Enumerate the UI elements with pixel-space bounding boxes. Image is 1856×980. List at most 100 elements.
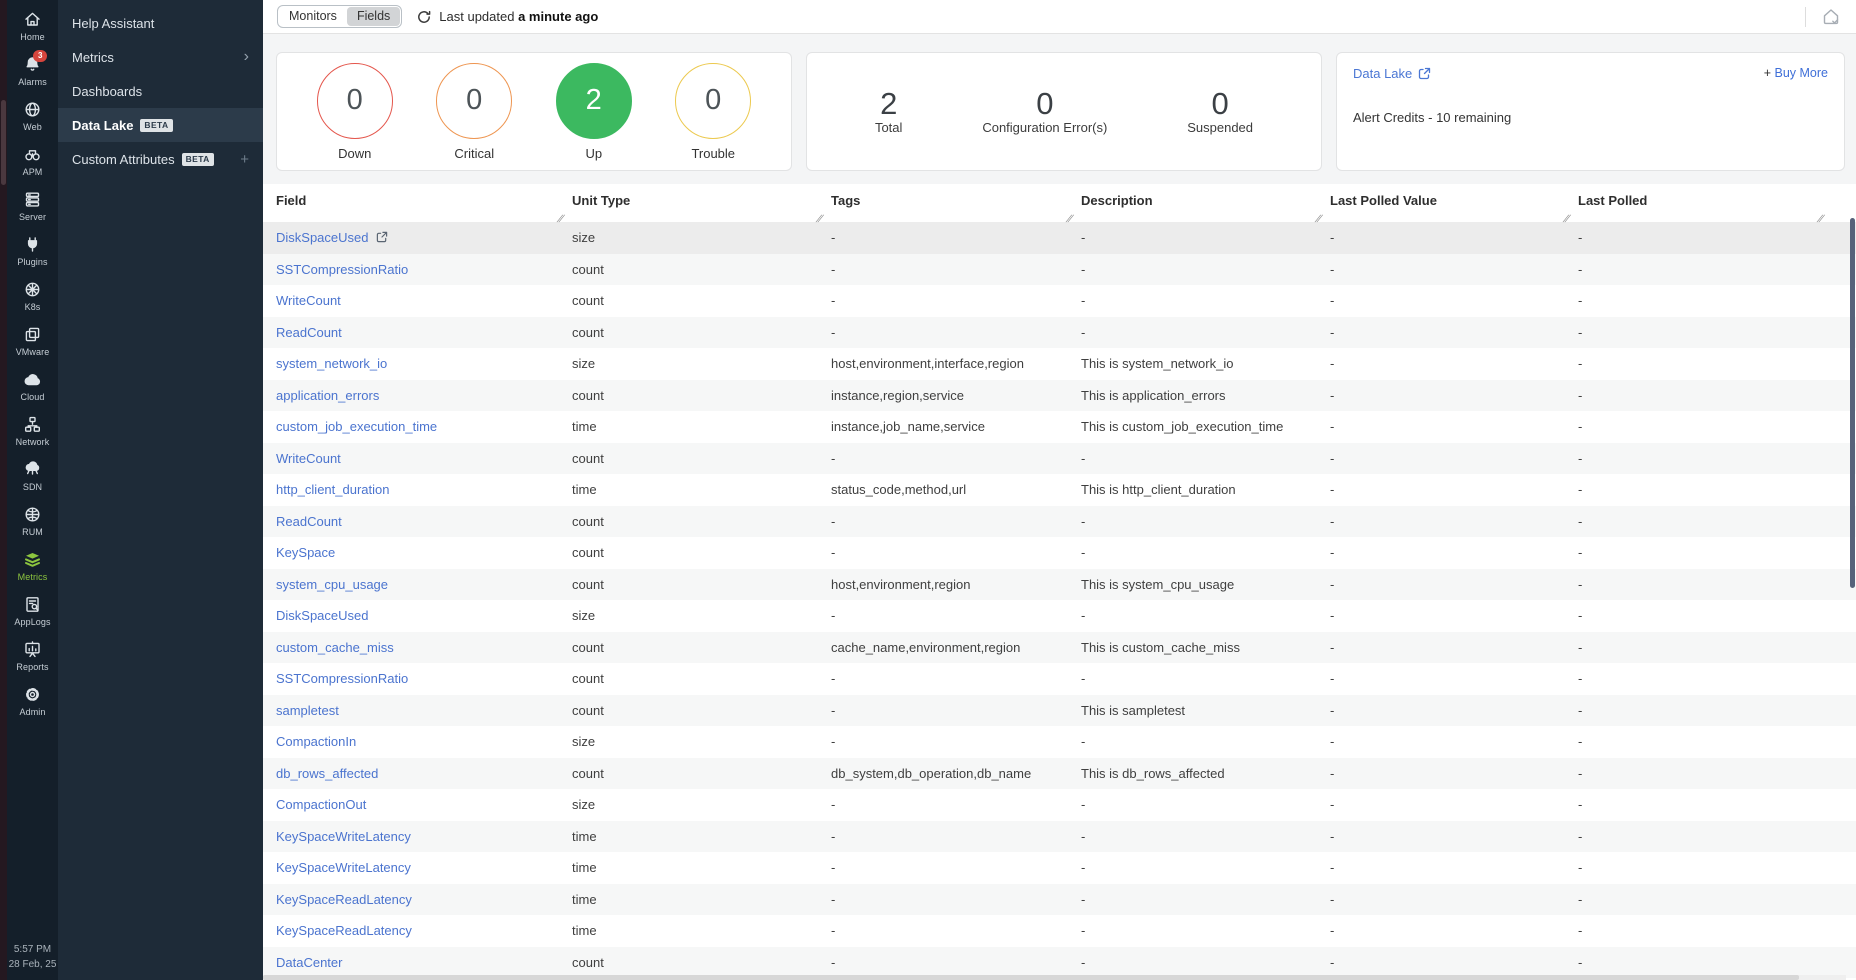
field-link[interactable]: system_network_io xyxy=(276,356,387,371)
horizontal-scrollbar-thumb[interactable] xyxy=(263,975,1799,980)
column-header-tags[interactable]: Tags // xyxy=(831,193,1081,222)
field-link[interactable]: KeySpaceWriteLatency xyxy=(276,829,411,844)
open-field-external-icon[interactable] xyxy=(376,231,388,243)
sidebar-item-metrics[interactable]: Metrics › xyxy=(58,40,263,74)
rail-item-k8s[interactable]: K8s xyxy=(7,280,58,312)
count-configuration-error-s-[interactable]: 0 Configuration Error(s) xyxy=(982,88,1107,136)
description-cell: - xyxy=(1081,514,1330,529)
status-label: Critical xyxy=(454,146,494,161)
rail-item-server[interactable]: Server xyxy=(7,190,58,222)
table-row[interactable]: WriteCount count - - - - xyxy=(263,443,1856,475)
field-link[interactable]: KeySpace xyxy=(276,545,335,560)
table-row[interactable]: KeySpaceReadLatency time - - - - xyxy=(263,915,1856,947)
field-link[interactable]: custom_job_execution_time xyxy=(276,419,437,434)
field-link[interactable]: application_errors xyxy=(276,388,379,403)
rail-item-cloud[interactable]: Cloud xyxy=(7,370,58,402)
toggle-option-monitors[interactable]: Monitors xyxy=(279,7,347,26)
rail-item-alarms[interactable]: 3 Alarms xyxy=(7,55,58,87)
status-down[interactable]: 0 Down xyxy=(317,63,393,161)
column-header-unit-type[interactable]: Unit Type // xyxy=(572,193,831,222)
status-critical[interactable]: 0 Critical xyxy=(436,63,512,161)
rail-item-reports[interactable]: Reports xyxy=(7,640,58,672)
column-header-last-polled[interactable]: Last Polled // xyxy=(1578,193,1832,222)
count-total[interactable]: 2 Total xyxy=(875,88,902,136)
buy-more-link[interactable]: + Buy More xyxy=(1764,66,1828,80)
table-row[interactable]: KeySpaceWriteLatency time - - - - xyxy=(263,821,1856,853)
sidebar-item-custom-attributes[interactable]: Custom Attributes BETA + xyxy=(58,142,263,176)
field-link[interactable]: system_cpu_usage xyxy=(276,577,388,592)
rail-item-web[interactable]: Web xyxy=(7,100,58,132)
rail-item-network[interactable]: Network xyxy=(7,415,58,447)
table-row[interactable]: WriteCount count - - - - xyxy=(263,285,1856,317)
vertical-scrollbar[interactable] xyxy=(1850,218,1855,588)
table-row[interactable]: CompactionOut size - - - - xyxy=(263,789,1856,821)
table-row[interactable]: sampletest count - This is sampletest - … xyxy=(263,695,1856,727)
data-lake-link[interactable]: Data Lake xyxy=(1353,66,1431,81)
field-link[interactable]: CompactionOut xyxy=(276,797,366,812)
table-row[interactable]: application_errors count instance,region… xyxy=(263,380,1856,412)
refresh-icon[interactable] xyxy=(416,9,432,25)
field-link[interactable]: db_rows_affected xyxy=(276,766,378,781)
table-row[interactable]: CompactionIn size - - - - xyxy=(263,726,1856,758)
home-shortcut-icon[interactable] xyxy=(1820,6,1842,28)
toggle-option-fields[interactable]: Fields xyxy=(347,7,400,26)
field-link[interactable]: DiskSpaceUsed xyxy=(276,230,369,245)
sidebar-item-dashboards[interactable]: Dashboards xyxy=(58,74,263,108)
table-row[interactable]: SSTCompressionRatio count - - - - xyxy=(263,254,1856,286)
rail-item-rum[interactable]: RUM xyxy=(7,505,58,537)
rail-item-apm[interactable]: APM xyxy=(7,145,58,177)
field-link[interactable]: KeySpaceReadLatency xyxy=(276,923,412,938)
rail-item-applogs[interactable]: AppLogs xyxy=(7,595,58,627)
count-suspended[interactable]: 0 Suspended xyxy=(1187,88,1253,136)
table-row[interactable]: system_network_io size host,environment,… xyxy=(263,348,1856,380)
horizontal-scrollbar-track[interactable] xyxy=(263,975,1846,980)
table-row[interactable]: http_client_duration time status_code,me… xyxy=(263,474,1856,506)
table-row[interactable]: DiskSpaceUsed size - - - - xyxy=(263,222,1856,254)
description-cell: - xyxy=(1081,262,1330,277)
table-row[interactable]: SSTCompressionRatio count - - - - xyxy=(263,663,1856,695)
field-link[interactable]: sampletest xyxy=(276,703,339,718)
table-row[interactable]: custom_cache_miss count cache_name,envir… xyxy=(263,632,1856,664)
tags-cell: status_code,method,url xyxy=(831,482,1081,497)
table-row[interactable]: system_cpu_usage count host,environment,… xyxy=(263,569,1856,601)
field-link[interactable]: DiskSpaceUsed xyxy=(276,608,369,623)
table-row[interactable]: ReadCount count - - - - xyxy=(263,317,1856,349)
field-link[interactable]: ReadCount xyxy=(276,514,342,529)
sidebar-item-help-assistant[interactable]: Help Assistant xyxy=(58,6,263,40)
table-row[interactable]: db_rows_affected count db_system,db_oper… xyxy=(263,758,1856,790)
status-trouble[interactable]: 0 Trouble xyxy=(675,63,751,161)
field-link[interactable]: WriteCount xyxy=(276,293,341,308)
column-header-last-polled-value[interactable]: Last Polled Value // xyxy=(1330,193,1578,222)
status-up[interactable]: 2 Up xyxy=(556,63,632,161)
description-cell: - xyxy=(1081,293,1330,308)
column-header-description[interactable]: Description // xyxy=(1081,193,1330,222)
field-link[interactable]: custom_cache_miss xyxy=(276,640,394,655)
rail-item-plugins[interactable]: Plugins xyxy=(7,235,58,267)
field-link[interactable]: KeySpaceReadLatency xyxy=(276,892,412,907)
rail-item-sdn[interactable]: SDN xyxy=(7,460,58,492)
rail-item-admin[interactable]: Admin xyxy=(7,685,58,717)
table-row[interactable]: custom_job_execution_time time instance,… xyxy=(263,411,1856,443)
last-polled-value-cell: - xyxy=(1330,356,1578,371)
column-header-field[interactable]: Field // xyxy=(276,193,572,222)
field-link[interactable]: SSTCompressionRatio xyxy=(276,262,408,277)
field-link[interactable]: ReadCount xyxy=(276,325,342,340)
field-link[interactable]: KeySpaceWriteLatency xyxy=(276,860,411,875)
field-link[interactable]: DataCenter xyxy=(276,955,342,970)
table-row[interactable]: KeySpaceReadLatency time - - - - xyxy=(263,884,1856,916)
table-row[interactable]: KeySpaceWriteLatency time - - - - xyxy=(263,852,1856,884)
external-link-icon xyxy=(1418,67,1431,80)
table-row[interactable]: ReadCount count - - - - xyxy=(263,506,1856,538)
field-link[interactable]: SSTCompressionRatio xyxy=(276,671,408,686)
field-link[interactable]: CompactionIn xyxy=(276,734,356,749)
table-row[interactable]: KeySpace count - - - - xyxy=(263,537,1856,569)
table-row[interactable]: DataCenter count - - - - xyxy=(263,947,1856,979)
table-row[interactable]: DiskSpaceUsed size - - - - xyxy=(263,600,1856,632)
rail-item-vmware[interactable]: VMware xyxy=(7,325,58,357)
field-link[interactable]: http_client_duration xyxy=(276,482,389,497)
rail-item-metrics[interactable]: Metrics xyxy=(7,550,58,582)
rail-item-home[interactable]: Home xyxy=(7,10,58,42)
sidebar-item-data-lake[interactable]: Data Lake BETA xyxy=(58,108,263,142)
field-link[interactable]: WriteCount xyxy=(276,451,341,466)
add-icon[interactable]: + xyxy=(240,152,249,167)
